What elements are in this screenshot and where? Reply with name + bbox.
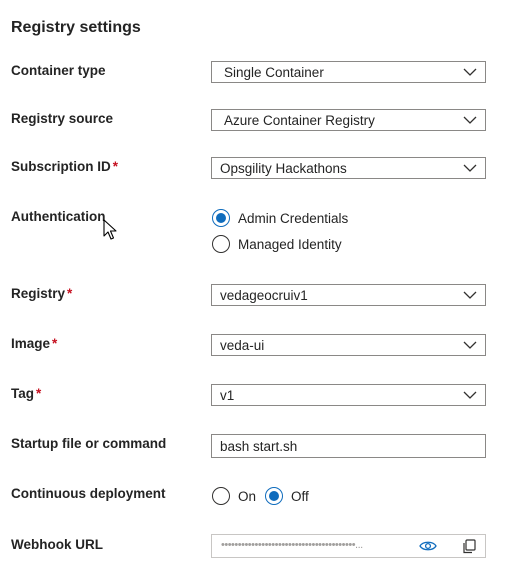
- eye-icon[interactable]: [419, 540, 437, 552]
- tag-label-text: Tag: [11, 386, 34, 401]
- chevron-down-icon: [463, 391, 477, 399]
- chevron-down-icon: [463, 68, 477, 76]
- chevron-down-icon: [463, 341, 477, 349]
- required-marker: *: [67, 286, 73, 301]
- registry-source-value: Azure Container Registry: [224, 113, 375, 128]
- startup-command-input[interactable]: bash start.sh: [211, 434, 486, 458]
- tag-label: Tag *: [11, 386, 41, 401]
- radio-cd-on[interactable]: On: [212, 487, 256, 505]
- required-marker: *: [36, 386, 42, 401]
- radio-managed-identity-label: Managed Identity: [238, 236, 342, 252]
- startup-label: Startup file or command: [11, 436, 167, 451]
- section-heading: Registry settings: [11, 19, 141, 36]
- chevron-down-icon: [463, 291, 477, 299]
- radio-button[interactable]: [212, 235, 230, 253]
- required-marker: *: [112, 159, 119, 174]
- required-marker: *: [52, 336, 58, 351]
- chevron-down-icon: [463, 164, 477, 172]
- radio-button[interactable]: [212, 487, 230, 505]
- container-type-dropdown[interactable]: Single Container: [211, 61, 486, 83]
- image-dropdown[interactable]: veda-ui: [211, 334, 486, 356]
- image-label-text: Image: [11, 336, 51, 351]
- container-type-value: Single Container: [224, 65, 324, 80]
- webhook-url-field[interactable]: ••••••••••••••••••••••••••••••••••••••••…: [211, 534, 486, 558]
- registry-label: Registry *: [11, 286, 72, 301]
- radio-admin-credentials[interactable]: Admin Credentials: [212, 209, 348, 227]
- registry-source-label: Registry source: [11, 111, 114, 126]
- radio-managed-identity[interactable]: Managed Identity: [212, 235, 342, 253]
- continuous-deployment-label: Continuous deployment: [11, 486, 166, 501]
- registry-source-dropdown[interactable]: Azure Container Registry: [211, 109, 486, 131]
- authentication-label: Authentication: [11, 209, 106, 224]
- registry-dropdown[interactable]: vedageocruiv1: [211, 284, 486, 306]
- subscription-id-dropdown[interactable]: Opsgility Hackathons: [211, 157, 486, 179]
- startup-command-value: bash start.sh: [220, 439, 298, 454]
- tag-dropdown[interactable]: v1: [211, 384, 486, 406]
- webhook-masked-value: ••••••••••••••••••••••••••••••••••••••••…: [221, 539, 363, 551]
- webhook-url-label: Webhook URL: [11, 537, 103, 552]
- radio-admin-credentials-label: Admin Credentials: [238, 210, 349, 226]
- registry-label-text: Registry: [11, 286, 66, 301]
- image-label: Image *: [11, 336, 57, 351]
- tag-value: v1: [220, 388, 235, 403]
- chevron-down-icon: [463, 116, 477, 124]
- subscription-id-label: Subscription ID *: [11, 159, 118, 174]
- image-value: veda-ui: [220, 338, 265, 353]
- subscription-id-value: Opsgility Hackathons: [220, 161, 347, 176]
- radio-button-checked[interactable]: [212, 209, 230, 227]
- subscription-id-label-text: Subscription ID: [11, 159, 111, 174]
- radio-button-checked[interactable]: [265, 487, 283, 505]
- radio-cd-off[interactable]: Off: [265, 487, 309, 505]
- radio-cd-on-label: On: [238, 488, 257, 504]
- mouse-cursor-icon: [103, 219, 117, 240]
- container-type-label: Container type: [11, 63, 106, 78]
- copy-icon[interactable]: [462, 539, 476, 554]
- registry-value: vedageocruiv1: [220, 288, 308, 303]
- radio-cd-off-label: Off: [291, 488, 309, 504]
